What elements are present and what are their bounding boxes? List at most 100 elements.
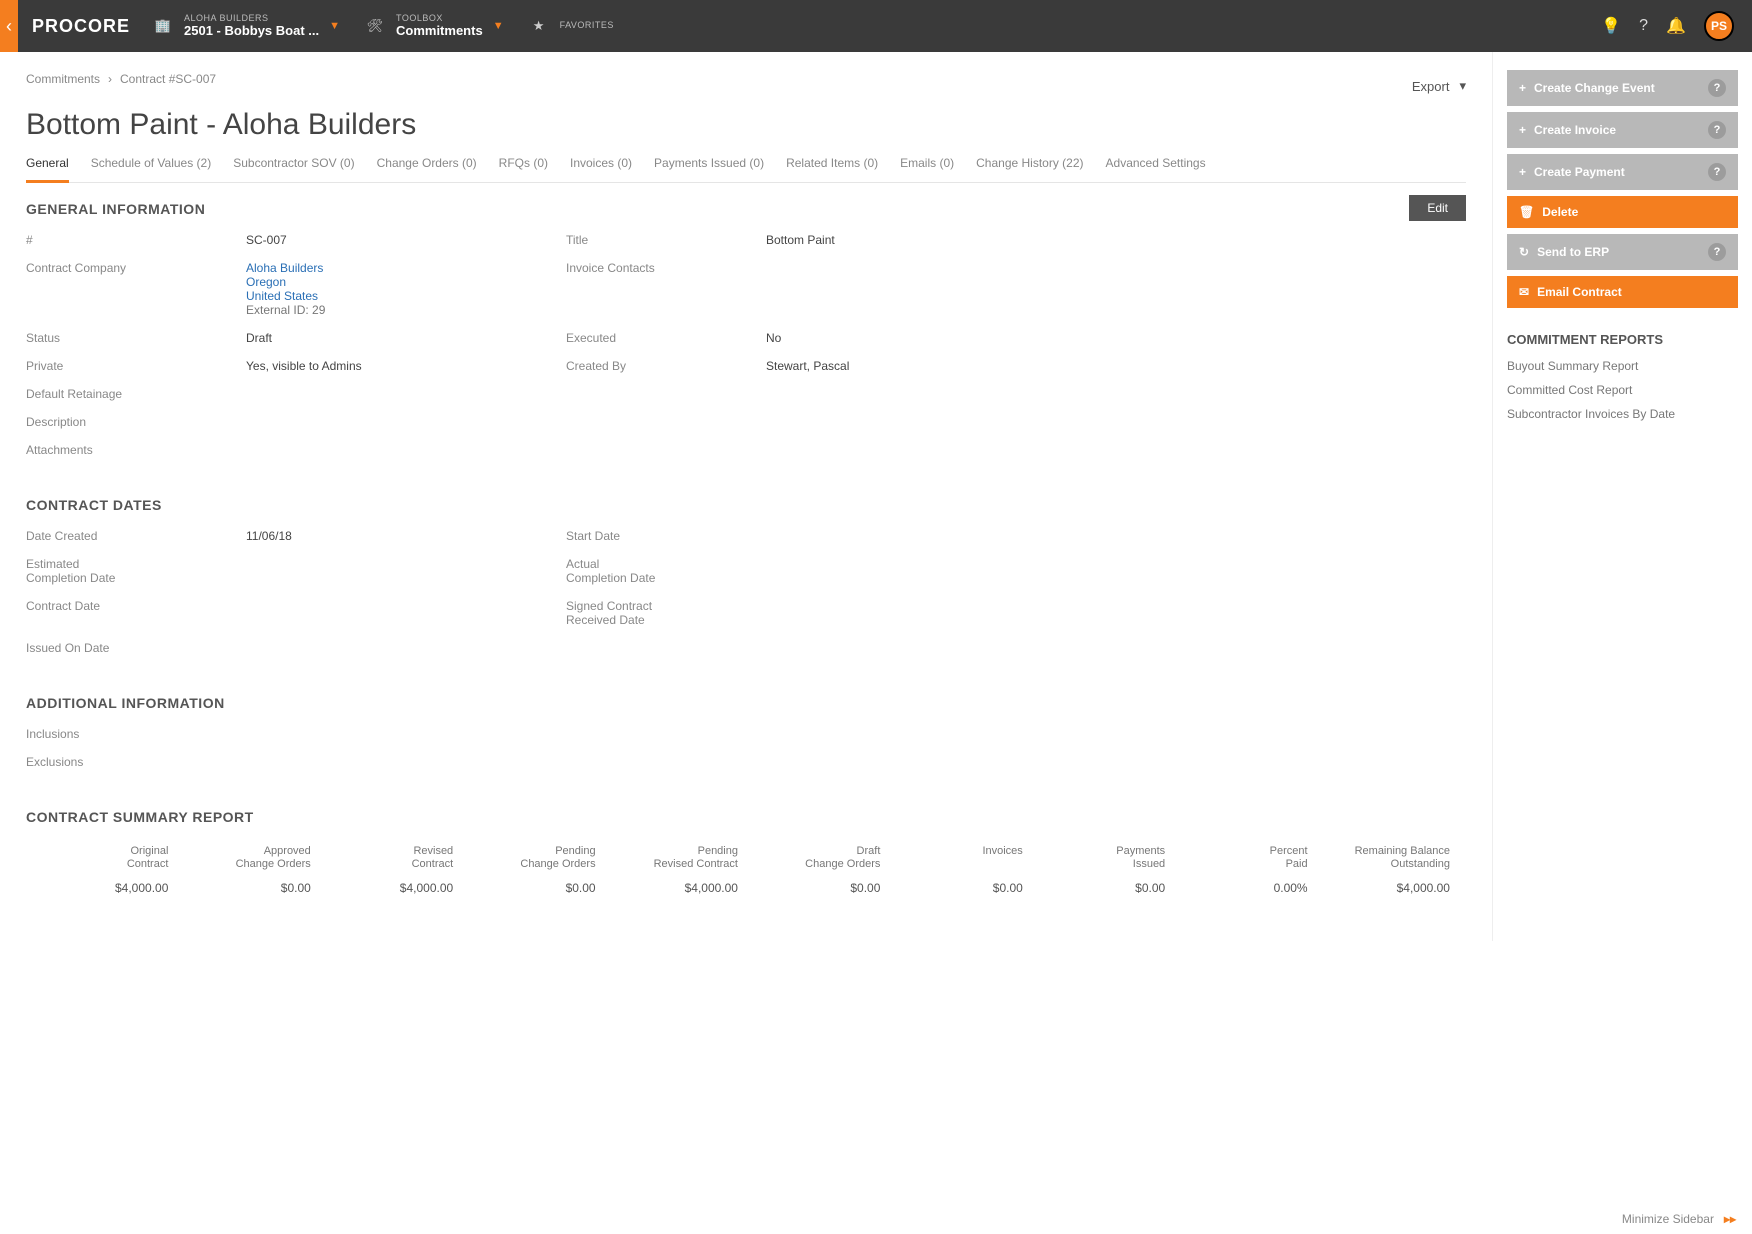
section-heading: CONTRACT DATES xyxy=(26,497,1466,513)
report-link[interactable]: Committed Cost Report xyxy=(1507,383,1738,397)
info-icon: ? xyxy=(1708,163,1726,181)
email-contract-button[interactable]: ✉Email Contract xyxy=(1507,276,1738,308)
info-icon: ? xyxy=(1708,243,1726,261)
field-label: Created By xyxy=(566,359,766,373)
delete-button[interactable]: 🗑Delete xyxy=(1507,196,1738,228)
create-invoice-button[interactable]: +Create Invoice ? xyxy=(1507,112,1738,148)
field-label: Default Retainage xyxy=(26,387,246,401)
sidebar: +Create Change Event ? +Create Invoice ?… xyxy=(1492,52,1752,941)
field-value: Aloha Builders Oregon United States Exte… xyxy=(246,261,566,317)
create-payment-button[interactable]: +Create Payment ? xyxy=(1507,154,1738,190)
field-label: Start Date xyxy=(566,529,766,543)
field-value xyxy=(766,261,1466,317)
plus-icon: + xyxy=(1519,123,1526,137)
summary-cell: $4,000.00 xyxy=(604,875,746,901)
company-switcher[interactable]: 🏢 ALOHA BUILDERS 2501 - Bobbys Boat ... … xyxy=(152,14,340,38)
topbar: ‹ PROCORE 🏢 ALOHA BUILDERS 2501 - Bobbys… xyxy=(0,0,1752,52)
summary-header: Draft Change Orders xyxy=(746,841,888,875)
field-label: Invoice Contacts xyxy=(566,261,766,317)
tab-change-orders[interactable]: Change Orders (0) xyxy=(377,156,477,182)
tab-advanced[interactable]: Advanced Settings xyxy=(1106,156,1206,182)
info-icon: ? xyxy=(1708,79,1726,97)
tab-related[interactable]: Related Items (0) xyxy=(786,156,878,182)
summary-cell: $0.00 xyxy=(176,875,318,901)
summary-cell: $0.00 xyxy=(746,875,888,901)
company-link[interactable]: Aloha Builders xyxy=(246,261,566,275)
tab-sov[interactable]: Schedule of Values (2) xyxy=(91,156,212,182)
section-heading: ADDITIONAL INFORMATION xyxy=(26,695,1466,711)
summary-header: Payments Issued xyxy=(1031,841,1173,875)
create-change-event-button[interactable]: +Create Change Event ? xyxy=(1507,70,1738,106)
summary-cell: $4,000.00 xyxy=(319,875,461,901)
summary-header: Invoices xyxy=(888,841,1030,875)
help-icon[interactable]: ? xyxy=(1639,17,1648,35)
breadcrumb-current: Contract #SC-007 xyxy=(120,72,216,86)
company-value: 2501 - Bobbys Boat ... xyxy=(184,24,319,38)
edit-button[interactable]: Edit xyxy=(1409,195,1466,221)
favorites-switcher[interactable]: ★ FAVORITES xyxy=(528,15,614,37)
section-additional: ADDITIONAL INFORMATION Inclusions Exclus… xyxy=(26,695,1466,769)
chevron-right-icon: › xyxy=(108,72,112,86)
breadcrumb: Commitments › Contract #SC-007 xyxy=(26,72,216,86)
tab-sub-sov[interactable]: Subcontractor SOV (0) xyxy=(233,156,354,182)
trash-icon: 🗑 xyxy=(1519,205,1534,219)
field-value: Stewart, Pascal xyxy=(766,359,1466,373)
summary-cell: $0.00 xyxy=(461,875,603,901)
external-id: External ID: 29 xyxy=(246,303,566,317)
field-label: Estimated Completion Date xyxy=(26,557,246,585)
company-country-link[interactable]: United States xyxy=(246,289,566,303)
field-value: Bottom Paint xyxy=(766,233,1466,247)
toolbox-switcher[interactable]: 🛠 TOOLBOX Commitments ▼ xyxy=(364,14,504,38)
star-icon: ★ xyxy=(528,15,550,37)
back-button[interactable]: ‹ xyxy=(0,0,18,52)
summary-cell: $4,000.00 xyxy=(1316,875,1458,901)
chevron-down-icon: ▼ xyxy=(493,20,504,32)
summary-header: Remaining Balance Outstanding xyxy=(1316,841,1458,875)
field-label: # xyxy=(26,233,246,247)
tab-payments[interactable]: Payments Issued (0) xyxy=(654,156,764,182)
company-region-link[interactable]: Oregon xyxy=(246,275,566,289)
sync-icon: ↻ xyxy=(1519,245,1529,259)
tab-general[interactable]: General xyxy=(26,156,69,183)
summary-header: Approved Change Orders xyxy=(176,841,318,875)
field-label: Executed xyxy=(566,331,766,345)
tab-emails[interactable]: Emails (0) xyxy=(900,156,954,182)
field-label: Issued On Date xyxy=(26,641,246,655)
tabs: General Schedule of Values (2) Subcontra… xyxy=(26,156,1466,183)
favorites-label: FAVORITES xyxy=(560,21,614,31)
field-label: Status xyxy=(26,331,246,345)
tab-history[interactable]: Change History (22) xyxy=(976,156,1083,182)
summary-header: Pending Revised Contract xyxy=(604,841,746,875)
field-label: Actual Completion Date xyxy=(566,557,766,585)
bell-icon[interactable]: 🔔 xyxy=(1666,16,1686,36)
field-value: Draft xyxy=(246,331,566,345)
section-contract-dates: CONTRACT DATES Date Created 11/06/18 Sta… xyxy=(26,497,1466,655)
avatar[interactable]: PS xyxy=(1704,11,1734,41)
mail-icon: ✉ xyxy=(1519,285,1529,299)
send-erp-button[interactable]: ↻Send to ERP ? xyxy=(1507,234,1738,270)
field-label: Private xyxy=(26,359,246,373)
logo[interactable]: PROCORE xyxy=(32,16,130,37)
summary-header: Original Contract xyxy=(34,841,176,875)
export-dropdown[interactable]: Export▾ xyxy=(1412,78,1466,94)
minimize-sidebar[interactable]: Minimize Sidebar ▸▸ xyxy=(1622,1212,1736,1226)
field-label: Inclusions xyxy=(26,727,246,741)
reports-heading: COMMITMENT REPORTS xyxy=(1507,332,1738,347)
section-summary: CONTRACT SUMMARY REPORT Original Contrac… xyxy=(26,809,1466,901)
lightbulb-icon[interactable]: 💡 xyxy=(1601,16,1621,36)
field-value: 11/06/18 xyxy=(246,529,566,543)
field-label: Title xyxy=(566,233,766,247)
toolbox-value: Commitments xyxy=(396,24,483,38)
report-link[interactable]: Buyout Summary Report xyxy=(1507,359,1738,373)
breadcrumb-root[interactable]: Commitments xyxy=(26,72,100,86)
field-label: Date Created xyxy=(26,529,246,543)
tab-invoices[interactable]: Invoices (0) xyxy=(570,156,632,182)
section-heading: GENERAL INFORMATION xyxy=(26,201,1466,217)
wrench-icon: 🛠 xyxy=(364,15,386,37)
field-value: Yes, visible to Admins xyxy=(246,359,566,373)
report-link[interactable]: Subcontractor Invoices By Date xyxy=(1507,407,1738,421)
chevron-down-icon: ▾ xyxy=(1459,78,1466,94)
plus-icon: + xyxy=(1519,81,1526,95)
tab-rfqs[interactable]: RFQs (0) xyxy=(499,156,548,182)
field-label: Attachments xyxy=(26,443,246,457)
